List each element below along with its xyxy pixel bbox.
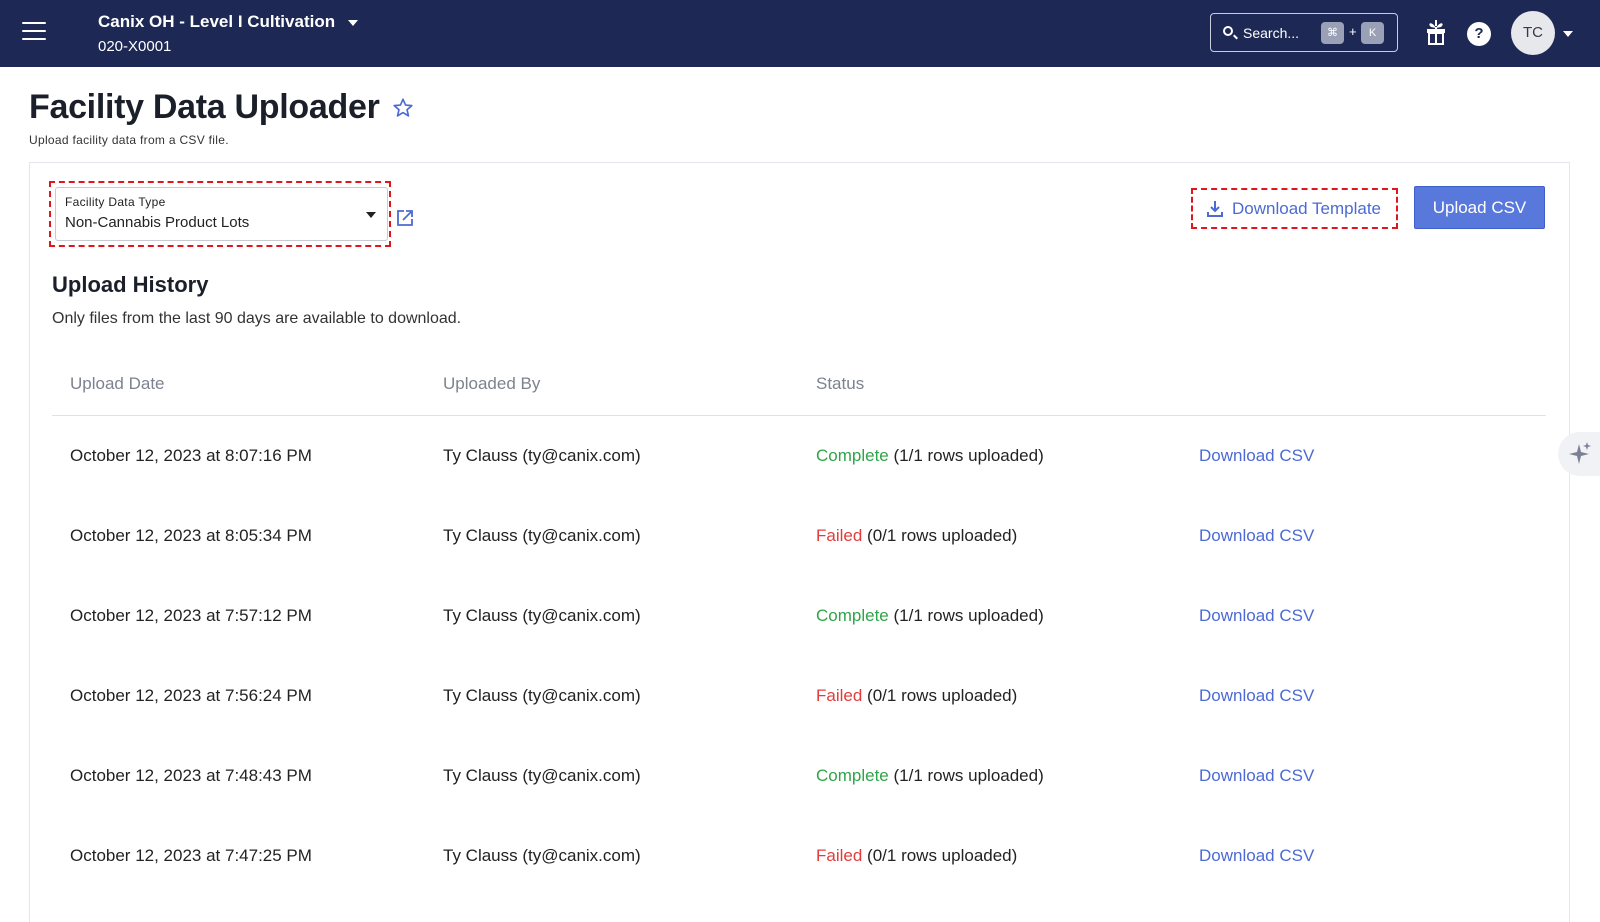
column-header-status: Status xyxy=(816,374,865,393)
shortcut-plus: + xyxy=(1349,24,1357,39)
select-value: Non-Cannabis Product Lots xyxy=(65,214,250,231)
uploaded-by-cell: Ty Clauss (ty@canix.com) xyxy=(443,446,641,465)
status-badge: Complete xyxy=(816,446,889,465)
column-header-upload-date: Upload Date xyxy=(70,374,165,393)
header-divider xyxy=(52,415,1546,416)
table-row: October 12, 2023 at 7:48:43 PM Ty Clauss… xyxy=(0,766,1600,806)
search-placeholder: Search... xyxy=(1243,25,1300,41)
status-badge: Failed xyxy=(816,686,863,705)
chevron-down-icon xyxy=(366,212,376,218)
external-link-icon[interactable] xyxy=(396,209,414,227)
status-detail: (0/1 rows uploaded) xyxy=(867,526,1018,545)
status-badge: Complete xyxy=(816,766,889,785)
uploaded-by-cell: Ty Clauss (ty@canix.com) xyxy=(443,846,641,865)
upload-csv-button[interactable]: Upload CSV xyxy=(1414,186,1545,229)
table-row: October 12, 2023 at 7:56:24 PM Ty Clauss… xyxy=(0,686,1600,726)
select-label: Facility Data Type xyxy=(65,195,166,209)
upload-date-cell: October 12, 2023 at 7:48:43 PM xyxy=(70,766,312,785)
table-row: October 12, 2023 at 8:07:16 PM Ty Clauss… xyxy=(0,446,1600,486)
download-csv-link[interactable]: Download CSV xyxy=(1199,526,1314,546)
page-title: Facility Data Uploader xyxy=(29,88,380,126)
status-badge: Failed xyxy=(816,526,863,545)
download-icon xyxy=(1207,201,1223,217)
upload-date-cell: October 12, 2023 at 7:56:24 PM xyxy=(70,686,312,705)
assistant-tab[interactable] xyxy=(1558,432,1600,476)
table-row: October 12, 2023 at 7:47:25 PM Ty Clauss… xyxy=(0,846,1600,886)
status-cell: Failed (0/1 rows uploaded) xyxy=(816,526,1017,546)
help-icon[interactable]: ? xyxy=(1467,22,1491,46)
shortcut-key-cmd: ⌘ xyxy=(1321,22,1344,44)
search-input[interactable]: Search... ⌘ + K xyxy=(1210,13,1398,52)
download-csv-link[interactable]: Download CSV xyxy=(1199,446,1314,466)
chevron-down-icon[interactable] xyxy=(1563,31,1573,37)
upload-history-title: Upload History xyxy=(52,272,209,297)
status-detail: (1/1 rows uploaded) xyxy=(893,446,1044,465)
table-row: October 12, 2023 at 8:05:34 PM Ty Clauss… xyxy=(0,526,1600,566)
search-icon xyxy=(1223,26,1233,36)
hamburger-menu-icon[interactable] xyxy=(22,22,46,42)
status-badge: Complete xyxy=(816,606,889,625)
star-icon[interactable] xyxy=(392,97,414,119)
column-header-uploaded-by: Uploaded By xyxy=(443,374,541,393)
chevron-down-icon[interactable] xyxy=(348,20,358,26)
download-csv-link[interactable]: Download CSV xyxy=(1199,766,1314,786)
table-row: October 12, 2023 at 7:57:12 PM Ty Clauss… xyxy=(0,606,1600,646)
uploaded-by-cell: Ty Clauss (ty@canix.com) xyxy=(443,606,641,625)
upload-date-cell: October 12, 2023 at 7:57:12 PM xyxy=(70,606,312,625)
top-nav-bar: Canix OH - Level I Cultivation 020-X0001… xyxy=(0,0,1600,67)
download-template-button[interactable]: Download Template xyxy=(1206,194,1381,224)
status-cell: Complete (1/1 rows uploaded) xyxy=(816,446,1044,466)
upload-date-cell: October 12, 2023 at 7:47:25 PM xyxy=(70,846,312,865)
status-detail: (0/1 rows uploaded) xyxy=(867,846,1018,865)
upload-history-note: Only files from the last 90 days are ava… xyxy=(52,310,462,327)
upload-date-cell: October 12, 2023 at 8:07:16 PM xyxy=(70,446,312,465)
download-template-label: Download Template xyxy=(1232,199,1381,218)
avatar[interactable]: TC xyxy=(1511,11,1555,55)
facility-data-type-select[interactable]: Facility Data Type Non-Cannabis Product … xyxy=(55,187,388,241)
download-csv-link[interactable]: Download CSV xyxy=(1199,846,1314,866)
uploaded-by-cell: Ty Clauss (ty@canix.com) xyxy=(443,686,641,705)
gift-icon[interactable] xyxy=(1425,18,1447,46)
status-cell: Complete (1/1 rows uploaded) xyxy=(816,606,1044,626)
uploaded-by-cell: Ty Clauss (ty@canix.com) xyxy=(443,766,641,785)
sparkle-icon xyxy=(1569,442,1591,464)
page-subtitle: Upload facility data from a CSV file. xyxy=(29,133,229,147)
facility-name[interactable]: Canix OH - Level I Cultivation xyxy=(98,12,335,32)
uploaded-by-cell: Ty Clauss (ty@canix.com) xyxy=(443,526,641,545)
status-cell: Failed (0/1 rows uploaded) xyxy=(816,846,1017,866)
download-csv-link[interactable]: Download CSV xyxy=(1199,606,1314,626)
status-detail: (0/1 rows uploaded) xyxy=(867,686,1018,705)
status-cell: Complete (1/1 rows uploaded) xyxy=(816,766,1044,786)
facility-id: 020-X0001 xyxy=(98,38,172,55)
status-badge: Failed xyxy=(816,846,863,865)
status-detail: (1/1 rows uploaded) xyxy=(893,766,1044,785)
status-detail: (1/1 rows uploaded) xyxy=(893,606,1044,625)
shortcut-key-k: K xyxy=(1361,22,1384,44)
download-csv-link[interactable]: Download CSV xyxy=(1199,686,1314,706)
status-cell: Failed (0/1 rows uploaded) xyxy=(816,686,1017,706)
upload-date-cell: October 12, 2023 at 8:05:34 PM xyxy=(70,526,312,545)
